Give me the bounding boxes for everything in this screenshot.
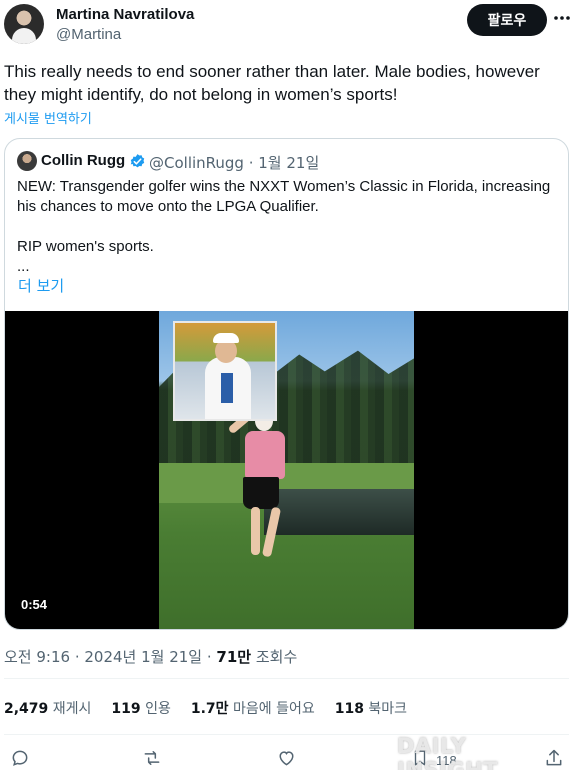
golfer-shirt: [245, 431, 285, 479]
trophy-icon: [221, 373, 233, 403]
tweet-text: This really needs to end sooner rather t…: [4, 62, 540, 104]
golfer-skirt: [243, 477, 279, 509]
translate-post-link[interactable]: 게시물 번역하기: [4, 108, 92, 127]
tweet-timestamp: 오전 9:16 · 2024년 1월 21일 · 71만 조회수: [4, 646, 297, 667]
pond: [264, 489, 414, 535]
quoted-author-name: Collin Rugg: [41, 152, 126, 169]
engagement-stats: 2,479 재게시 119 인용 1.7만 마음에 들어요 118 북마크: [4, 698, 407, 718]
reply-icon[interactable]: [8, 746, 32, 770]
show-more-link[interactable]: 더 보기: [18, 275, 64, 296]
timestamp-time[interactable]: 오전 9:16 · 2024년 1월 21일 ·: [4, 648, 216, 666]
video-player[interactable]: 0:54: [5, 311, 568, 629]
divider: [4, 678, 569, 679]
quotes-stat[interactable]: 119 인용: [111, 698, 170, 718]
video-duration: 0:54: [21, 597, 48, 612]
author-handle[interactable]: @Martina: [56, 26, 121, 43]
quoted-tweet-text: NEW: Transgender golfer wins the NXXT Wo…: [17, 178, 551, 275]
views-label: 조회수: [251, 648, 298, 666]
golfer-leg: [251, 507, 260, 555]
views-count: 71만: [216, 648, 252, 666]
quoted-author-meta: @CollinRugg · 1월 21일: [149, 154, 320, 172]
quoted-author-avatar: [17, 151, 37, 171]
like-heart-icon[interactable]: [274, 746, 298, 770]
repost-icon[interactable]: [140, 746, 164, 770]
author-name[interactable]: Martina Navratilova: [56, 6, 194, 23]
video-frame: [159, 311, 414, 629]
tweet-header: Martina Navratilova @Martina 팔로우: [4, 2, 570, 46]
author-avatar[interactable]: [4, 4, 44, 44]
follow-button[interactable]: 팔로우: [467, 4, 547, 36]
bookmarks-stat[interactable]: 118 북마크: [335, 698, 407, 718]
reposts-stat[interactable]: 2,479 재게시: [4, 698, 91, 718]
inset-photo: [173, 321, 277, 421]
likes-stat[interactable]: 1.7만 마음에 들어요: [191, 698, 315, 718]
quoted-tweet[interactable]: Collin Rugg @CollinRugg · 1월 21일 NEW: Tr…: [4, 138, 569, 630]
more-dots-icon[interactable]: [552, 8, 572, 28]
watermark-logo: DAILY INSIGHT: [397, 734, 498, 770]
verified-badge-icon: [129, 153, 146, 170]
inset-cap: [213, 333, 239, 343]
